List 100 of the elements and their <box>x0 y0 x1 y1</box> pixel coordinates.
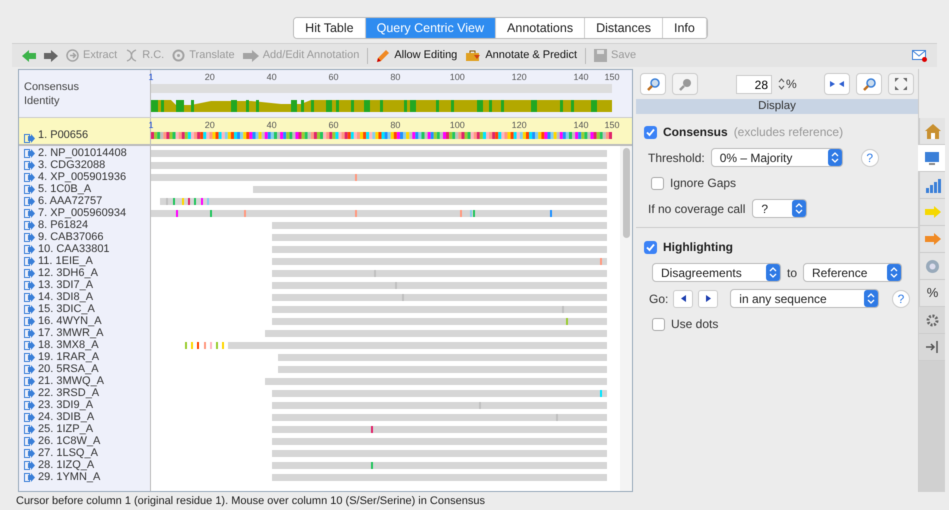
ruler-tick: 20 <box>204 120 215 131</box>
sequence-name: 17. 3MWR_A <box>38 327 104 339</box>
sequence-name: 9. CAB37066 <box>38 231 104 243</box>
sequence-name: 29. 1YMN_A <box>38 471 100 483</box>
sequence-name: 19. 1RAR_A <box>38 351 100 363</box>
left-arrow-icon <box>22 50 36 62</box>
consensus-label: Consensus <box>24 80 80 94</box>
sequence-arrow-icon <box>24 244 35 254</box>
threshold-label: Threshold: <box>648 150 705 166</box>
next-button[interactable] <box>698 290 718 308</box>
consensus-label: Consensus <box>663 124 728 141</box>
mail-icon <box>912 50 927 62</box>
sequence-name: 7. XP_005960934 <box>38 207 126 219</box>
gear-icon <box>926 314 938 326</box>
help-button[interactable]: ? <box>860 148 879 166</box>
sequence-name: 24. 3DIB_A <box>38 411 94 423</box>
sequence-arrow-icon <box>24 388 35 398</box>
stepper-icon[interactable] <box>778 76 785 92</box>
zoom-button[interactable] <box>856 73 882 95</box>
back-button[interactable] <box>22 50 36 62</box>
expand-button[interactable] <box>888 73 914 95</box>
go-scope-select[interactable]: in any sequence <box>730 289 880 308</box>
side-tab[interactable] <box>919 334 945 361</box>
sequence-name: 8. P61824 <box>38 219 88 231</box>
sequence-arrow-icon <box>24 412 35 422</box>
toolbar-button[interactable]: Annotate & Predict <box>465 47 578 64</box>
sequence-arrow-icon <box>24 160 35 170</box>
sequence-arrow-icon <box>24 328 35 338</box>
sequence-name: 18. 3MX8_A <box>38 339 99 351</box>
sequence-name: 2. NP_001014408 <box>38 147 127 159</box>
sequence-arrow-icon <box>24 184 35 194</box>
view-tab[interactable]: Hit Table <box>294 18 366 38</box>
side-tab[interactable] <box>919 307 945 334</box>
consensus-checkbox[interactable] <box>644 126 657 138</box>
ruler-tick: 60 <box>328 72 339 83</box>
stepper-icon <box>792 200 806 217</box>
ruler-tick: 100 <box>450 120 465 131</box>
sequence-name: 3. CDG32088 <box>38 159 106 171</box>
use-dots-checkbox[interactable] <box>652 318 665 330</box>
zoom-in-button[interactable] <box>640 73 666 95</box>
highlighting-label: Highlighting <box>663 239 733 256</box>
side-tab[interactable]: % <box>919 280 945 307</box>
sequence-name: 20. 5RSA_A <box>38 363 99 375</box>
zoom-out-button[interactable] <box>672 73 698 95</box>
highlighting-checkbox[interactable] <box>644 240 657 254</box>
highlight-target-select[interactable]: Reference <box>803 263 902 282</box>
section-header: Display <box>636 99 918 114</box>
ruler-tick: 150 <box>604 72 620 83</box>
sequence-name: 28. 1IZQ_A <box>38 459 94 471</box>
previous-button[interactable] <box>673 290 694 308</box>
scrollbar-thumb[interactable] <box>622 148 630 238</box>
arrow-to-line-icon <box>926 341 938 353</box>
use-dots-label: Use dots <box>671 316 718 333</box>
sequence-arrow-icon <box>24 172 35 182</box>
reference-row[interactable]: 1. P00656 1 20 40 60 80 100 120 140 150 <box>19 118 632 146</box>
toolbar-button[interactable]: Allow Editing <box>376 47 458 64</box>
sequence-name: 15. 3DIC_A <box>38 303 95 315</box>
bar-chart-icon <box>924 178 940 192</box>
right-arrow-icon <box>924 206 940 218</box>
help-button[interactable]: ? <box>892 290 910 308</box>
ruler-tick: 80 <box>390 120 400 131</box>
stepper-icon <box>864 290 878 307</box>
sequence-name: 16. 4WYN_A <box>38 315 102 327</box>
sequence-name: 1. P00656 <box>38 128 88 142</box>
consensus-note: (excludes reference) <box>734 124 844 141</box>
sequence-arrow-icon <box>24 400 35 410</box>
magnifier-icon <box>862 78 876 90</box>
threshold-select[interactable]: 0% – Majority <box>710 148 843 167</box>
ruler-tick: 1 <box>148 72 154 83</box>
sequence-name: 5. 1C0B_A <box>38 183 92 195</box>
sequence-arrow-icon <box>24 196 35 206</box>
sequence-name: 6. AAA72757 <box>38 195 102 207</box>
ruler-tick: 140 <box>574 72 589 83</box>
sequence-arrow-icon <box>24 448 35 458</box>
arrows-in-icon <box>830 80 844 88</box>
ruler-tick: 1 <box>148 120 154 131</box>
status-text: Cursor before column 1 (original residue 1). Mouse over column 10 (S/Ser/Serine) in Consensus <box>16 494 485 509</box>
monitor-icon <box>924 150 940 166</box>
identity-label: Identity <box>24 94 60 108</box>
side-tab[interactable] <box>918 145 945 172</box>
ignore-gaps-checkbox[interactable] <box>651 176 664 190</box>
highlight-mode-select[interactable]: Disagreements <box>652 263 781 282</box>
sequence-name: 13. 3DI7_A <box>38 279 94 291</box>
sequence-arrow-icon <box>24 436 35 446</box>
magnifier-icon <box>646 78 660 90</box>
side-tab[interactable] <box>919 172 945 199</box>
sequence-arrow-icon <box>24 280 35 290</box>
sequence-name: 12. 3DH6_A <box>38 267 98 279</box>
sequence-arrow-icon <box>24 352 35 362</box>
sequence-arrow-icon <box>24 292 35 302</box>
to-label: to <box>787 264 798 282</box>
side-tab[interactable] <box>919 118 945 145</box>
sequence-arrow-icon <box>24 316 35 326</box>
coverage-select[interactable]: ? <box>752 199 808 218</box>
fit-button[interactable] <box>824 73 850 95</box>
ruler-tick: 100 <box>450 72 465 83</box>
sequence-arrow-icon <box>24 364 35 374</box>
zoom-field[interactable]: 28 <box>736 74 772 94</box>
forward-button[interactable] <box>44 50 58 62</box>
go-label: Go: <box>649 290 668 308</box>
